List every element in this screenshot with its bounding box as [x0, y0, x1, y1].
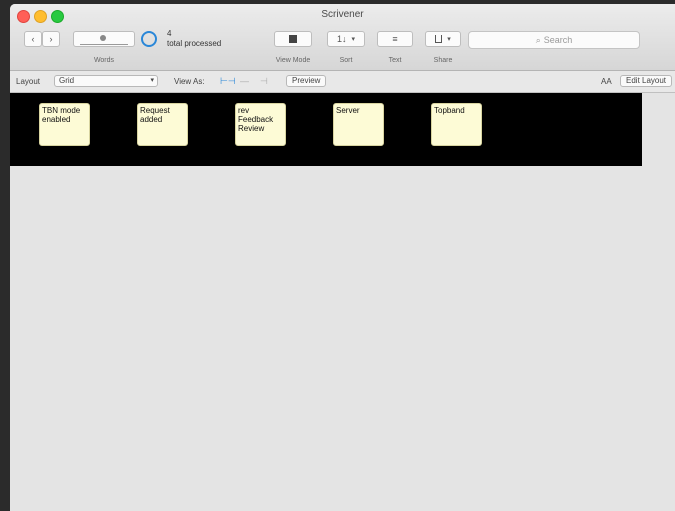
layout-select[interactable]: Grid ▾ [54, 75, 158, 87]
corkboard-canvas[interactable]: TBN mode enabled Request added rev Feedb… [10, 93, 642, 166]
text-label: Text [388, 57, 402, 64]
chevron-down-icon: ▾ [447, 36, 451, 43]
edit-layout-button[interactable]: Edit Layout [620, 75, 673, 87]
toolbar: Scrivener ‹ › Words 4 total processed Vi… [10, 4, 675, 71]
index-card[interactable]: rev Feedback Review [235, 103, 286, 146]
chevron-right-icon: › [49, 34, 53, 44]
index-card[interactable]: Topband [431, 103, 482, 146]
layout-value: Grid [59, 76, 75, 85]
window-title: Scrivener [321, 9, 364, 20]
app-window: Scrivener ‹ › Words 4 total processed Vi… [10, 4, 675, 511]
chevron-down-icon: ▾ [351, 36, 356, 43]
card-text: Request added [140, 106, 170, 124]
card-text: Server [336, 106, 360, 115]
view-as-list-icon[interactable]: — [240, 76, 249, 86]
share-label: Share [433, 57, 453, 64]
sort-label: Sort [339, 57, 353, 64]
preview-button[interactable]: Preview [286, 75, 327, 87]
view-mode-label: View Mode [275, 57, 311, 64]
slider-track [80, 44, 128, 45]
share-button[interactable]: ▾ [425, 31, 461, 47]
index-card[interactable]: Request added [137, 103, 188, 146]
words-slider[interactable] [73, 31, 135, 47]
search-placeholder: Search [543, 35, 573, 45]
view-as-outline-icon[interactable]: ⊣ [260, 76, 268, 87]
forward-button[interactable]: › [42, 31, 60, 47]
card-text: Topband [434, 106, 465, 115]
status-count: 4 [167, 29, 172, 38]
layout-label: Layout [16, 77, 41, 86]
card-text: rev Feedback Review [238, 106, 274, 133]
search-input[interactable]: ⌕ Search [468, 31, 640, 49]
words-label: Words [93, 57, 115, 64]
status-text: total processed [167, 39, 222, 48]
search-icon: ⌕ [535, 34, 541, 45]
text-button[interactable]: ≡ [377, 31, 413, 47]
view-as-grid-icon[interactable]: ⊢⊣ [220, 76, 236, 87]
text-icon: ≡ [392, 34, 398, 44]
sort-button[interactable]: 1↓ ▾ [327, 31, 365, 47]
view-as-label: View As: [174, 77, 205, 86]
card-text: TBN mode enabled [42, 106, 81, 124]
back-button[interactable]: ‹ [24, 31, 42, 47]
index-card[interactable]: Server [333, 103, 384, 146]
chevron-left-icon: ‹ [31, 34, 35, 44]
share-icon [435, 35, 443, 43]
chevron-down-icon: ▾ [150, 77, 154, 84]
font-size-label[interactable]: AA [601, 77, 612, 86]
empty-workspace [10, 166, 675, 511]
corkboard-icon [289, 35, 297, 43]
index-card[interactable]: TBN mode enabled [39, 103, 90, 146]
slider-knob[interactable] [100, 35, 106, 41]
view-mode-button[interactable] [274, 31, 312, 47]
sort-value: 1↓ [336, 34, 347, 44]
layout-bar: Layout Grid ▾ View As: ⊢⊣ — ⊣ Preview AA… [10, 71, 675, 93]
progress-ring-icon [141, 31, 157, 47]
